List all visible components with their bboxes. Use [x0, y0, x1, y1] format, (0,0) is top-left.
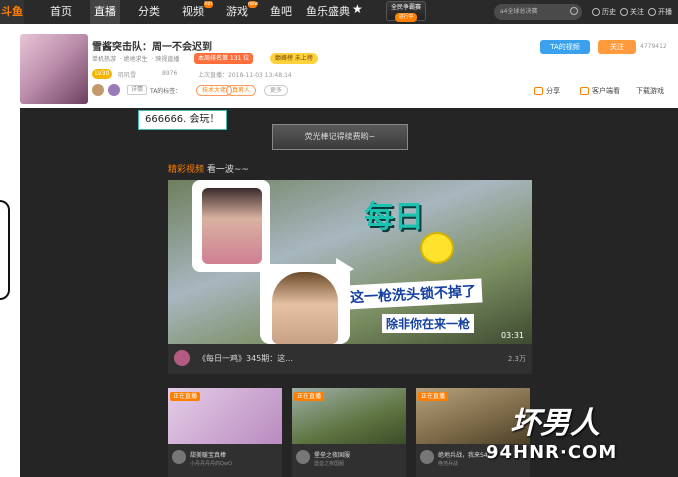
hot-badge: hot [204, 1, 213, 8]
new-badge: new [248, 1, 259, 8]
room-category-line: 单机热游 · 绝地求生 · 映视直播 [92, 56, 180, 63]
live-badge: 正在直播 [418, 392, 449, 401]
avatar [296, 450, 310, 464]
follow-button[interactable]: 关注 [598, 40, 636, 54]
list-item[interactable]: 正在直播 甜美暖宝真棒 小丹丹丹丹的QwQ [168, 388, 282, 477]
page: 斗鱼 首页 直播 分类 视频 hot 游戏 new 鱼吧 鱼乐盛典 ★ 全民争霸… [0, 0, 678, 477]
list-item[interactable]: 正在直播 堡垒之夜国服 堡垒之夜国服 [292, 388, 406, 477]
monitor-icon [580, 87, 589, 95]
download-game-button[interactable]: 下载游戏 [636, 86, 664, 96]
video-duration: 03:31 [500, 331, 524, 340]
video-title[interactable]: 《每日一鸡》345期：这... [198, 353, 293, 364]
streamer-sticker [192, 180, 270, 272]
view-count: 2.3万 [507, 355, 526, 363]
site-logo[interactable]: 斗鱼 [0, 0, 24, 24]
nav-live[interactable]: 直播 [90, 0, 120, 24]
video-logo: 每日 [364, 200, 424, 235]
streamer-name[interactable]: 叽叽雪 [118, 70, 136, 79]
last-live-time: 上次直播：2018-11-03 13:48:14 [198, 72, 292, 79]
video-thumbnail[interactable]: 每日 这一枪洗头锁不掉了 除非你在来一枪 03:31 [168, 180, 532, 344]
badge-icon-1[interactable] [92, 84, 104, 96]
room-category[interactable]: 单机热游 [92, 56, 116, 63]
avatar [174, 350, 190, 366]
tag-item[interactable]: 真男人 [226, 85, 257, 96]
peak-rank-badge[interactable]: 巅峰榜 未上榜 [270, 53, 318, 64]
video-caption: 这一枪洗头锁不掉了 [343, 278, 483, 310]
danmaku-message: 666666. 会玩！ [138, 110, 227, 130]
thumb-sub: 绝地兵战 [438, 461, 459, 467]
special-line2: 进行中 [395, 13, 417, 22]
special-event-badge[interactable]: 全民争霸赛 进行中 [386, 1, 426, 22]
avatar [172, 450, 186, 464]
special-line1: 全民争霸赛 [390, 4, 421, 11]
fans-count: 8976 [162, 70, 178, 77]
badge-icon-2[interactable] [108, 84, 120, 96]
nav-festival[interactable]: 鱼乐盛典 [302, 0, 354, 24]
room-header: 雪酱突击队：周一不会迟到 单机热游 · 绝地求生 · 映视直播 本周排名第 13… [0, 24, 678, 108]
nav-home[interactable]: 首页 [46, 0, 76, 24]
search-icon[interactable] [570, 7, 578, 15]
broadcast-icon [648, 8, 656, 16]
history-icon [592, 8, 600, 16]
watermark-line1: 坏男人 [510, 406, 600, 441]
streamer-sticker [260, 264, 350, 344]
watermark: 坏男人 94HNR·COM [480, 398, 678, 477]
level-badge: LV30 [92, 69, 113, 79]
heart-icon [620, 8, 628, 16]
tag-more[interactable]: 更多 [264, 85, 289, 96]
client-watch-button[interactable]: 客户端看 [580, 86, 620, 96]
share-button[interactable]: 分享 [534, 86, 560, 96]
share-icon [534, 87, 543, 95]
video-info[interactable]: 《每日一鸡》345期：这... 2.3万 [168, 344, 532, 374]
room-title: 雪酱突击队：周一不会迟到 [92, 42, 212, 53]
avatar [420, 450, 434, 464]
nav-fishbar[interactable]: 鱼吧 [266, 0, 296, 24]
follow-count: 4779412 [640, 43, 667, 50]
search-input[interactable]: a4全球总决赛 [494, 4, 582, 20]
room-subcategory[interactable]: 绝地求生 [124, 56, 148, 63]
nav-history[interactable]: 历史 [592, 4, 616, 20]
nav-broadcast[interactable]: 开播 [648, 4, 672, 20]
left-edge-decoration [0, 200, 10, 300]
watermark-line2: 94HNR·COM [486, 442, 618, 463]
streamer-avatar[interactable] [20, 34, 88, 104]
streamer-video-button[interactable]: TA的视频 [540, 40, 590, 54]
room-extra[interactable]: 映视直播 [155, 56, 179, 63]
top-nav: 斗鱼 首页 直播 分类 视频 hot 游戏 new 鱼吧 鱼乐盛典 ★ 全民争霸… [0, 0, 678, 24]
nav-category[interactable]: 分类 [134, 0, 164, 24]
star-icon: ★ [352, 2, 363, 16]
section-title: 精彩视频 看一波~~ [168, 165, 249, 175]
tag-label: TA的标签： [150, 88, 182, 95]
video-caption: 除非你在来一枪 [382, 314, 475, 333]
weekly-rank-badge[interactable]: 本周排名第 131 位 [194, 53, 254, 64]
notice-banner: 荧光棒记得续费哟~ [272, 124, 408, 150]
nav-follow[interactable]: 关注 [620, 4, 644, 20]
thumb-sub: 堡垒之夜国服 [314, 461, 345, 467]
live-badge: 正在直播 [170, 392, 201, 401]
thumb-name: 甜美暖宝真棒 [190, 452, 227, 459]
chick-mascot [420, 232, 454, 264]
live-badge: 正在直播 [294, 392, 325, 401]
detail-button[interactable]: 详情 [127, 85, 148, 95]
thumb-name: 堡垒之夜国服 [314, 452, 351, 459]
thumb-sub: 小丹丹丹丹的QwQ [190, 461, 232, 467]
